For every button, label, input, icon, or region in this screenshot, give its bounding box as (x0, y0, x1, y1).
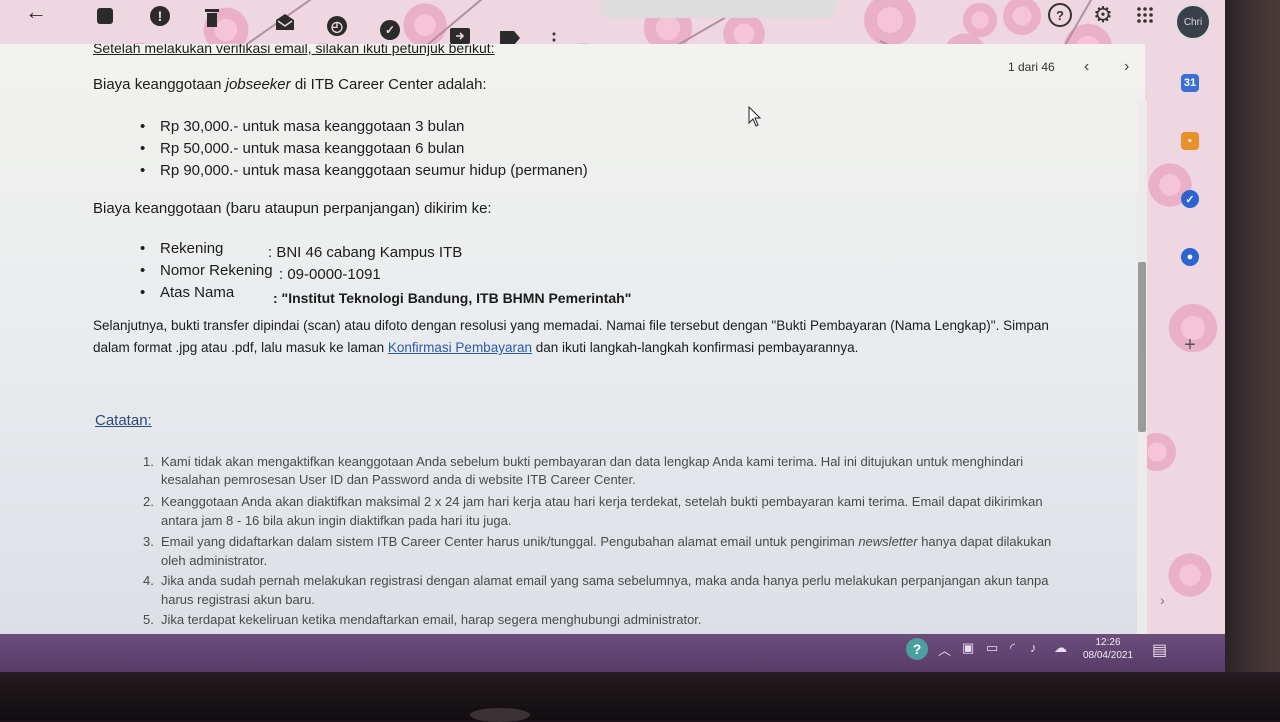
add-addon-icon[interactable]: + (1181, 334, 1199, 356)
expand-side-panel-icon[interactable]: › (1160, 592, 1165, 608)
list-item-cont: harus registrasi akun baru. (161, 592, 315, 607)
account-avatar[interactable]: Chri (1175, 4, 1211, 40)
list-item: Rp 90,000.- untuk masa keanggotaan seumu… (140, 162, 588, 179)
list-item: 1. Kami tidak akan mengaktifkan keanggota… (143, 454, 1024, 469)
list-item: Nomor Rekening (140, 262, 272, 279)
pager-count: 1 dari 46 (1008, 60, 1055, 74)
monitor-bezel-bottom (0, 672, 1280, 720)
calendar-icon[interactable]: 31 (1181, 74, 1199, 92)
list-item: Rekening (140, 240, 224, 257)
settings-gear-icon[interactable]: ⚙ (1091, 2, 1115, 27)
list-item: 4. Jika anda sudah pernah melakukan regis… (143, 573, 1049, 588)
wifi-icon[interactable]: ◜ (1010, 640, 1015, 656)
tasks-icon[interactable]: ✓ (1181, 190, 1199, 208)
next-email-icon[interactable]: › (1124, 58, 1129, 76)
confirm-payment-link[interactable]: Konfirmasi Pembayaran (388, 340, 532, 355)
taskbar-clock[interactable]: 12:26 08/04/2021 (1078, 636, 1138, 662)
monitor-bezel-right (1225, 0, 1280, 720)
bank-value: : "Institut Teknologi Bandung, ITB BHMN … (273, 290, 632, 306)
bank-value: : 09-0000-1091 (279, 266, 381, 283)
keep-icon[interactable]: ▪ (1181, 132, 1199, 150)
list-item: 2. Keanggotaan Anda akan diaktifkan maksi… (143, 494, 1043, 509)
show-hidden-icons-icon[interactable]: ︿ (938, 640, 951, 659)
screen: ← ! ◴ ✓ ⋮ ? ⚙ Chri 31 ▪ ✓ ● + Setelah me… (0, 0, 1225, 672)
fee-heading: Biaya keanggotaan jobseeker di ITB Caree… (93, 76, 487, 93)
delete-icon[interactable] (200, 6, 224, 30)
volume-icon[interactable]: ♪ (1030, 640, 1037, 655)
clock-time: 12:26 (1095, 637, 1121, 648)
email-toolbar: ← ! ◴ ✓ ⋮ (0, 0, 1225, 50)
google-apps-icon[interactable] (1134, 3, 1156, 27)
add-task-icon[interactable]: ✓ (378, 18, 402, 42)
archive-icon[interactable] (93, 4, 117, 28)
taskbar-help-icon[interactable]: ? (906, 638, 928, 660)
list-item-cont: antara jam 8 - 16 bila akun ingin diakti… (161, 513, 512, 528)
send-to-heading: Biaya keanggotaan (baru ataupun perpanja… (93, 200, 492, 217)
snooze-clock-icon[interactable]: ◴ (325, 14, 349, 38)
next-step-text: dalam format .jpg atau .pdf, lalu masuk … (93, 340, 859, 355)
power-icon[interactable]: ▭ (986, 640, 998, 656)
list-item-cont: kesalahan pemrosesan User ID dan Passwor… (161, 472, 636, 487)
meet-now-icon[interactable]: ▣ (962, 640, 974, 656)
taskbar: ︿ ▣ ▭ ◜ ♪ ☁ ▤ (0, 634, 1225, 672)
prev-email-icon[interactable]: ‹ (1084, 58, 1089, 76)
list-item: Rp 50,000.- untuk masa keanggotaan 6 bul… (140, 140, 464, 157)
scrollbar-thumb[interactable] (1138, 262, 1146, 432)
clock-date: 08/04/2021 (1082, 650, 1134, 661)
email-body: Setelah melakukan verifikasi email, sila… (0, 44, 1145, 634)
bank-value: : BNI 46 cabang Kampus ITB (268, 244, 463, 261)
mouse-cursor-icon (748, 106, 762, 127)
notes-title: Catatan: (95, 412, 152, 429)
list-item: Rp 30,000.- untuk masa keanggotaan 3 bul… (140, 118, 464, 135)
notifications-icon[interactable]: ▤ (1152, 640, 1167, 660)
intro-text: Setelah melakukan verifikasi email, sila… (93, 44, 495, 56)
report-spam-icon[interactable]: ! (148, 4, 172, 28)
list-item-cont: oleh administrator. (161, 553, 268, 568)
list-item: 3. Email yang didaftarkan dalam sistem IT… (143, 534, 1052, 549)
onedrive-icon[interactable]: ☁ (1054, 640, 1067, 656)
list-item: Atas Nama (140, 284, 234, 301)
list-item: 5. Jika terdapat kekeliruan ketika mendaf… (143, 612, 702, 627)
mark-unread-icon[interactable] (273, 10, 297, 34)
side-floral-background (1135, 100, 1225, 640)
next-step-text: Selanjutnya, bukti transfer dipindai (sc… (93, 318, 1049, 333)
help-icon[interactable]: ? (1048, 3, 1072, 27)
back-arrow-icon[interactable]: ← (24, 0, 48, 24)
contacts-icon[interactable]: ● (1181, 248, 1199, 266)
